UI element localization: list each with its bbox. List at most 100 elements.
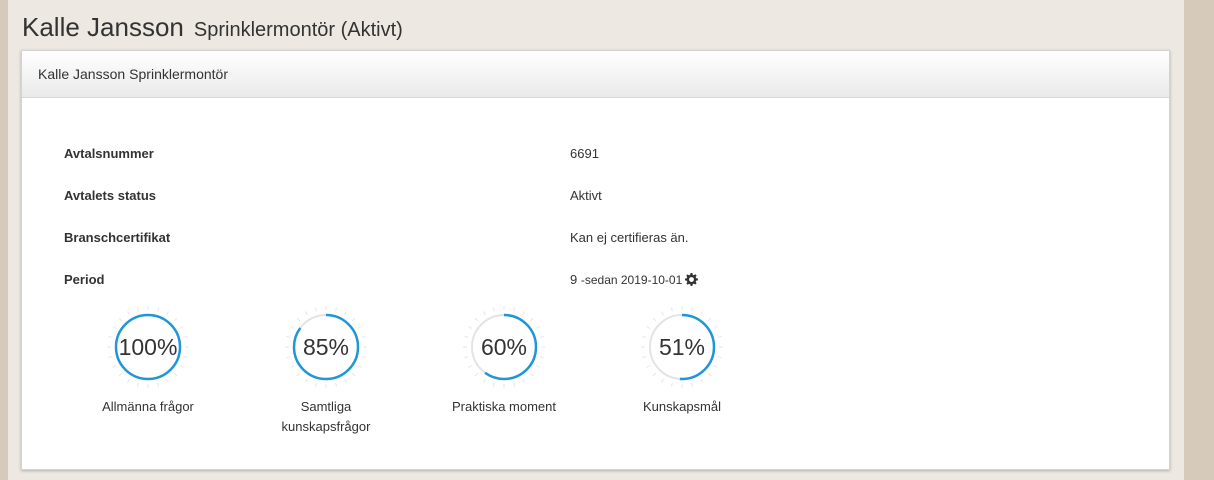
- gauge-tick: [670, 307, 673, 312]
- period-label: Period: [64, 272, 105, 287]
- gauge-tick: [713, 365, 718, 368]
- panel-heading-role: Sprinklermontör: [129, 66, 228, 82]
- gauge-tick: [513, 307, 516, 312]
- gauge-tick: [646, 365, 651, 368]
- gauge-tick: [492, 382, 495, 387]
- gauge-tick: [522, 378, 525, 383]
- gauge-tick: [173, 372, 178, 377]
- gauge-tick: [468, 365, 473, 368]
- gauge-tick: [474, 317, 479, 322]
- avtalsnummer-label: Avtalsnummer: [64, 146, 154, 161]
- gauge-tick: [183, 356, 188, 359]
- gauge-tick: [173, 317, 178, 322]
- gauge-tick: [351, 372, 356, 377]
- gauge-tick: [290, 326, 295, 329]
- period-number: 9: [570, 272, 578, 287]
- gauge-tick: [464, 356, 469, 359]
- gauge-tick: [127, 311, 130, 316]
- gauge-tick: [157, 307, 160, 312]
- status-value: Aktivt: [570, 188, 602, 203]
- agreement-panel: Kalle Jansson Sprinklermontör Avtalsnumme…: [21, 50, 1170, 470]
- gauge-tick: [314, 307, 317, 312]
- gauge-tick: [296, 317, 301, 322]
- gauge-tick: [513, 382, 516, 387]
- gauge-tick: [361, 356, 366, 359]
- gauge-tick: [529, 317, 534, 322]
- gauge-tick: [661, 378, 664, 383]
- gauge-tick: [118, 317, 123, 322]
- gauge-tick: [108, 335, 113, 338]
- gauge-tick: [108, 356, 113, 359]
- gauge-label: Praktiska moment: [451, 399, 557, 414]
- gauge-tick: [529, 372, 534, 377]
- panel-heading-name: Kalle Jansson: [38, 66, 126, 82]
- gauge-tick: [492, 307, 495, 312]
- gauge-tick: [652, 317, 657, 322]
- gauge-tick: [314, 382, 317, 387]
- gauge-tick: [357, 365, 362, 368]
- gauge-tick: [652, 372, 657, 377]
- gauge-percent-text: 85%: [303, 334, 349, 360]
- gauge-tick: [286, 356, 291, 359]
- gauge-tick: [468, 326, 473, 329]
- gauge-tick: [344, 378, 347, 383]
- gauge-tick: [700, 311, 703, 316]
- gauge-tick: [474, 372, 479, 377]
- gauge-percent-text: 100%: [119, 334, 178, 360]
- period-value: 9 -sedan 2019-10-01: [570, 272, 699, 289]
- gauge-percent-text: 51%: [659, 334, 705, 360]
- person-role-status: Sprinklermontör (Aktivt): [193, 19, 403, 41]
- gauge-tick: [717, 356, 722, 359]
- gauge-tick: [535, 326, 540, 329]
- gauge-tick: [351, 317, 356, 322]
- gauge-label: Samtliga kunskapsfrågor: [281, 399, 371, 434]
- gauge-tick: [166, 378, 169, 383]
- gauge-tick: [357, 326, 362, 329]
- page-frame: Kalle Jansson Sprinklermontör (Aktivt) Ka…: [8, 0, 1184, 480]
- gauge-tick: [707, 317, 712, 322]
- gauge-ring: 100%: [107, 306, 189, 388]
- gauge-tick: [539, 335, 544, 338]
- status-label: Avtalets status: [64, 188, 156, 203]
- gauge-tick: [535, 365, 540, 368]
- gauge-tick: [127, 378, 130, 383]
- gauge-tick: [700, 378, 703, 383]
- gauge-ring: 60%: [463, 306, 545, 388]
- period-text: -sedan 2019-10-01: [580, 273, 683, 287]
- gauge-tick: [286, 335, 291, 338]
- gauge-tick: [691, 307, 694, 312]
- gauge: 100% Allmänna frågor: [68, 299, 228, 417]
- gauge-tick: [335, 382, 338, 387]
- gauge: 60% Praktiska moment: [424, 299, 584, 417]
- gauge-tick: [136, 307, 139, 312]
- gauge: 85% Samtliga kunskapsfrågor: [246, 299, 406, 437]
- gauge-tick: [290, 365, 295, 368]
- gauge-tick: [464, 335, 469, 338]
- gauge-tick: [305, 311, 308, 316]
- gauge-tick: [713, 326, 718, 329]
- gauge-tick: [136, 382, 139, 387]
- gauge-tick: [112, 326, 117, 329]
- gauge-tick: [112, 365, 117, 368]
- gauge-tick: [118, 372, 123, 377]
- gauge-tick: [483, 378, 486, 383]
- gauge-tick: [717, 335, 722, 338]
- gauge-tick: [642, 335, 647, 338]
- gauge-tick: [335, 307, 338, 312]
- gauge-tick: [305, 378, 308, 383]
- gauge-tick: [179, 326, 184, 329]
- panel-heading: Kalle Jansson Sprinklermontör: [22, 51, 1169, 98]
- gauge-tick: [344, 311, 347, 316]
- gauge: 51% Kunskapsmål: [602, 299, 762, 417]
- gauge-label: Kunskapsmål: [642, 399, 722, 414]
- gear-icon[interactable]: [685, 273, 699, 289]
- cert-label: Branschcertifikat: [64, 230, 171, 245]
- cert-value: Kan ej certifieras än.: [570, 230, 689, 245]
- gauge-tick: [670, 382, 673, 387]
- gauge-label: Allmänna frågor: [102, 399, 194, 414]
- gauge-tick: [183, 335, 188, 338]
- person-name: Kalle Jansson: [22, 12, 184, 42]
- gauge-tick: [707, 372, 712, 377]
- gauge-tick: [166, 311, 169, 316]
- gauge-tick: [179, 365, 184, 368]
